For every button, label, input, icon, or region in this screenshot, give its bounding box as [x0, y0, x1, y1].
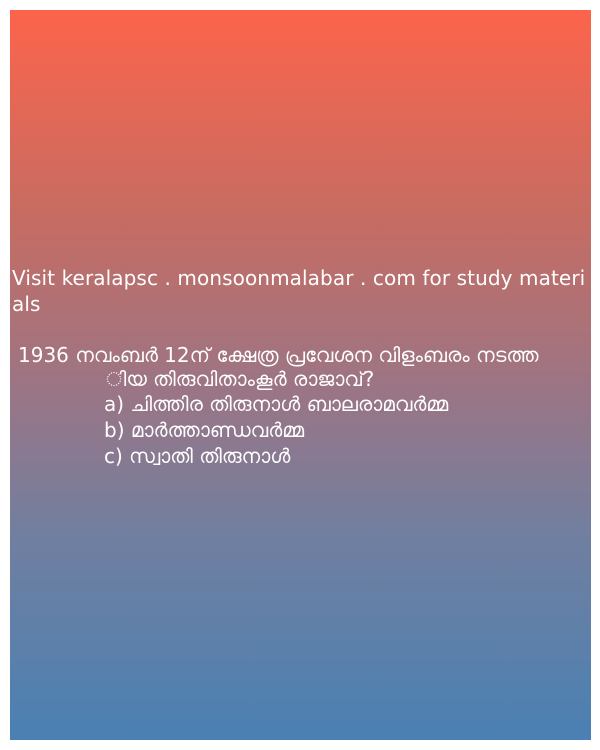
answer-options: a) ചിത്തിര തിരുനാൾ ബാലരാമവർമ്മ b) മാർത്ത… [104, 391, 448, 469]
option-b: b) മാർത്താണ്ഡവർമ്മ [104, 418, 305, 442]
option-a: a) ചിത്തിര തിരുനാൾ ബാലരാമവർമ്മ [104, 392, 449, 416]
question-text: 1936 നവംബർ 12ന് ക്ഷേത്ര പ്രവേശന വിളംബരം … [18, 343, 590, 391]
option-c: c) സ്വാതി തിരുനാൾ [104, 444, 291, 468]
question-line-2: ിയ തിരുവിതാംകൂർ രാജാവ്? [106, 367, 375, 391]
question-line-1: 1936 നവംബർ 12ന് ക്ഷേത്ര പ്രവേശന വിളംബരം … [18, 343, 539, 367]
question-card: Visit keralapsc . monsoonmalabar . com f… [10, 10, 591, 740]
visit-site-text: Visit keralapsc . monsoonmalabar . com f… [12, 266, 586, 316]
